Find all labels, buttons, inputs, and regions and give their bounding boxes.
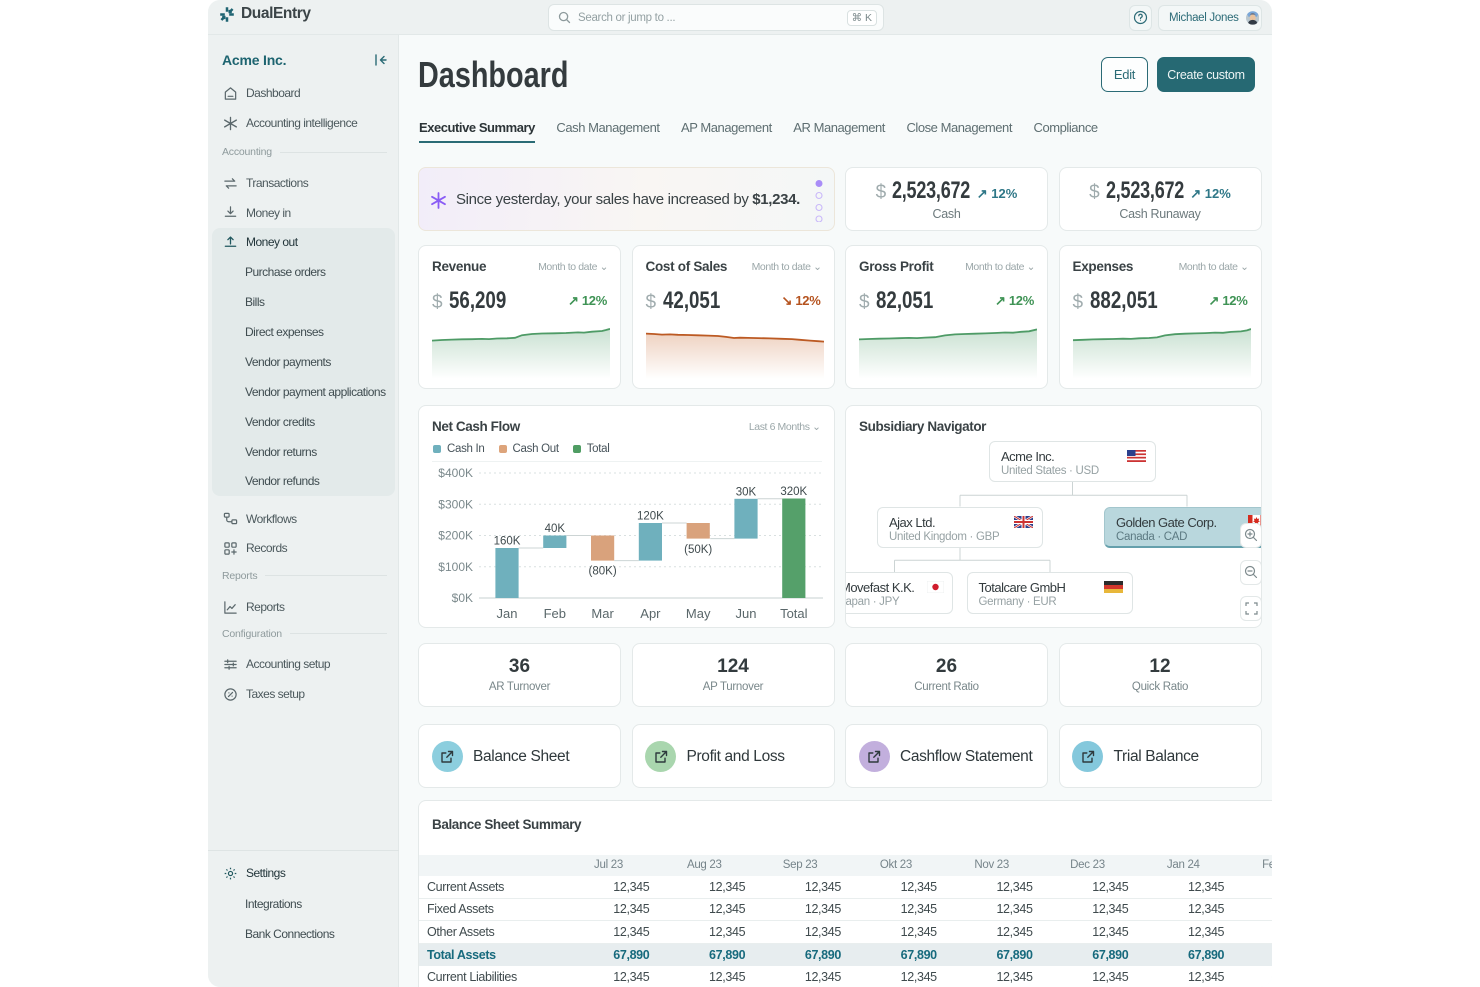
svg-text:Jan: Jan [497,606,518,621]
svg-text:Jun: Jun [736,606,757,621]
svg-text:$100K: $100K [438,560,473,574]
svg-text:(50K): (50K) [684,544,712,556]
svg-text:Feb: Feb [544,606,566,621]
svg-text:160K: 160K [494,536,521,548]
svg-text:May: May [686,606,711,621]
svg-text:Apr: Apr [640,606,661,621]
svg-text:$400K: $400K [438,467,473,480]
svg-text:Mar: Mar [591,606,614,621]
svg-text:120K: 120K [637,511,664,523]
svg-text:Total: Total [780,606,808,621]
svg-text:30K: 30K [736,486,757,498]
svg-text:$200K: $200K [438,529,473,543]
svg-text:40K: 40K [545,523,566,535]
svg-text:$0K: $0K [452,591,473,605]
svg-text:$300K: $300K [438,497,473,511]
svg-text:(80K): (80K) [589,566,617,578]
svg-text:320K: 320K [780,486,807,498]
